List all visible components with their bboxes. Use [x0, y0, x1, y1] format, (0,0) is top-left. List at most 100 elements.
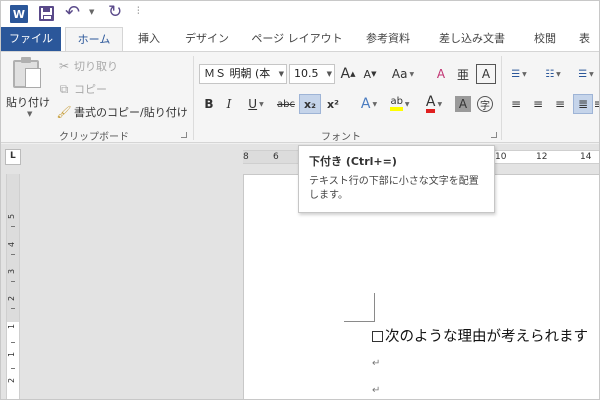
- font-size-select[interactable]: 10.5 ▼: [289, 64, 335, 84]
- align-center-button[interactable]: ≡: [529, 94, 547, 114]
- ruler-number: 1: [7, 323, 17, 330]
- character-shading-button[interactable]: A: [455, 96, 471, 112]
- ruler-number: 2: [7, 295, 17, 302]
- paste-dropdown-icon[interactable]: ▼: [27, 110, 32, 118]
- font-color-button[interactable]: A ▼: [419, 94, 449, 114]
- bullets-icon: ☰: [511, 68, 521, 80]
- group-divider: [501, 56, 502, 140]
- ruler-tick: [11, 281, 15, 282]
- tab-view[interactable]: 表: [579, 27, 599, 51]
- tab-review[interactable]: 校閲: [527, 27, 563, 51]
- tab-references[interactable]: 参考資料: [357, 27, 419, 51]
- ribbon-home: 貼り付け ▼ ✂ 切り取り ⧉ コピー 🖌 書式のコピー/貼り付け クリップボー…: [1, 51, 599, 143]
- tab-home[interactable]: ホーム: [65, 27, 123, 52]
- ruler-tick: [11, 308, 15, 309]
- numbering-icon: ☷: [545, 68, 555, 80]
- tab-design[interactable]: デザイン: [177, 27, 237, 51]
- font-name-select[interactable]: ＭＳ 明朝 (本 ▼: [199, 64, 287, 84]
- underline-icon: U: [248, 97, 258, 111]
- chevron-down-icon: ▼: [278, 70, 284, 78]
- word-window: W ↶ ▼ ↻ ⫶ ファイル ホーム 挿入 デザイン ページ レイアウト 参考資…: [0, 0, 600, 400]
- font-name-value: ＭＳ 明朝 (本: [204, 67, 271, 80]
- align-center-icon: ≡: [532, 97, 544, 111]
- document-text: 次のような理由が考えられます: [385, 329, 588, 345]
- clear-formatting-button[interactable]: A: [431, 64, 451, 84]
- enclose-characters-button[interactable]: 字: [475, 94, 495, 114]
- multilevel-list-button[interactable]: ☰ ▼: [573, 64, 599, 84]
- format-painter-label: 書式のコピー/貼り付け: [74, 106, 188, 119]
- tab-insert[interactable]: 挿入: [129, 27, 169, 51]
- cut-label: 切り取り: [74, 60, 118, 73]
- character-border-icon: A: [481, 67, 491, 81]
- shrink-font-button[interactable]: A ▼: [361, 64, 379, 84]
- undo-dropdown-icon[interactable]: ▼: [89, 8, 94, 16]
- change-case-button[interactable]: Aa ▼: [387, 64, 419, 84]
- justify-button[interactable]: ≣: [573, 94, 593, 114]
- margin-crop-mark: [374, 293, 375, 321]
- copy-button[interactable]: ⧉ コピー: [57, 80, 107, 98]
- ruler-number: 2: [7, 377, 17, 384]
- multilevel-list-icon: ☰: [578, 68, 588, 80]
- ruler-tick: [11, 226, 15, 227]
- clear-formatting-icon: A: [436, 67, 446, 81]
- superscript-button[interactable]: x²: [323, 94, 343, 114]
- numbering-button[interactable]: ☷ ▼: [539, 64, 567, 84]
- underline-button[interactable]: U ▼: [244, 94, 268, 114]
- undo-icon[interactable]: ↶: [65, 2, 80, 23]
- phonetic-guide-icon: 亜: [456, 67, 469, 82]
- clipboard-launcher-icon[interactable]: [181, 132, 187, 138]
- customize-qat-icon[interactable]: ⫶: [137, 6, 140, 17]
- align-right-button[interactable]: ≡: [551, 94, 569, 114]
- subscript-button[interactable]: x₂: [299, 94, 321, 114]
- ruler-number: 10: [495, 152, 507, 162]
- text-effects-button[interactable]: A ▼: [355, 94, 383, 114]
- change-case-icon: Aa: [391, 67, 408, 81]
- tab-selector-icon[interactable]: [5, 149, 21, 165]
- ruler-number: 4: [7, 241, 17, 248]
- grow-font-button[interactable]: A ▲: [339, 64, 357, 84]
- align-left-icon: ≡: [510, 97, 522, 111]
- ruler-number: 5: [7, 213, 17, 220]
- grow-font-icon: A: [340, 66, 351, 82]
- ruler-tick: [11, 368, 15, 369]
- font-launcher-icon[interactable]: [491, 132, 497, 138]
- align-left-button[interactable]: ≡: [507, 94, 525, 114]
- character-border-button[interactable]: A: [476, 64, 496, 84]
- tooltip-title: 下付き (Ctrl+=): [309, 155, 397, 168]
- font-group-label: フォント: [321, 132, 361, 143]
- ruler-tick: [11, 254, 15, 255]
- ruler-number: 3: [7, 268, 17, 275]
- text-effects-icon: A: [360, 96, 371, 112]
- enclose-characters-icon: 字: [477, 96, 493, 112]
- format-painter-button[interactable]: 🖌 書式のコピー/貼り付け: [56, 103, 188, 121]
- vertical-ruler[interactable]: 5 4 3 2 1 1 2: [6, 174, 20, 399]
- bullets-button[interactable]: ☰ ▼: [507, 64, 531, 84]
- ruler-tick: [11, 342, 15, 343]
- italic-button[interactable]: I: [221, 94, 237, 114]
- copy-label: コピー: [74, 83, 107, 96]
- ruler-number: 14: [580, 152, 592, 162]
- strikethrough-button[interactable]: abc: [275, 94, 297, 114]
- ruler-number: 12: [536, 152, 548, 162]
- redo-icon[interactable]: ↻: [108, 2, 122, 22]
- ruler-number: 8: [243, 152, 249, 162]
- quick-access-toolbar: W ↶ ▼ ↻ ⫶: [1, 1, 599, 27]
- tab-file[interactable]: ファイル: [1, 27, 61, 51]
- ruler-text-area: [7, 322, 19, 399]
- paste-button[interactable]: 貼り付け: [6, 94, 50, 110]
- bold-button[interactable]: B: [201, 94, 217, 114]
- tab-page-layout[interactable]: ページ レイアウト: [247, 27, 347, 51]
- distributed-button[interactable]: ≡: [595, 94, 599, 114]
- save-icon[interactable]: [39, 6, 54, 21]
- cut-button[interactable]: ✂ 切り取り: [57, 57, 118, 75]
- justify-icon: ≣: [577, 97, 589, 111]
- copy-icon: ⧉: [59, 81, 69, 96]
- tab-mailings[interactable]: 差し込み文書: [431, 27, 513, 51]
- document-text-line[interactable]: 次のような理由が考えられます: [372, 325, 588, 346]
- word-logo-icon[interactable]: W: [10, 5, 28, 23]
- paste-icon[interactable]: [13, 57, 41, 88]
- font-color-icon: A: [425, 95, 436, 113]
- margin-crop-mark: [344, 321, 375, 322]
- phonetic-guide-button[interactable]: 亜: [453, 64, 473, 84]
- highlight-button[interactable]: ab ▼: [385, 94, 415, 114]
